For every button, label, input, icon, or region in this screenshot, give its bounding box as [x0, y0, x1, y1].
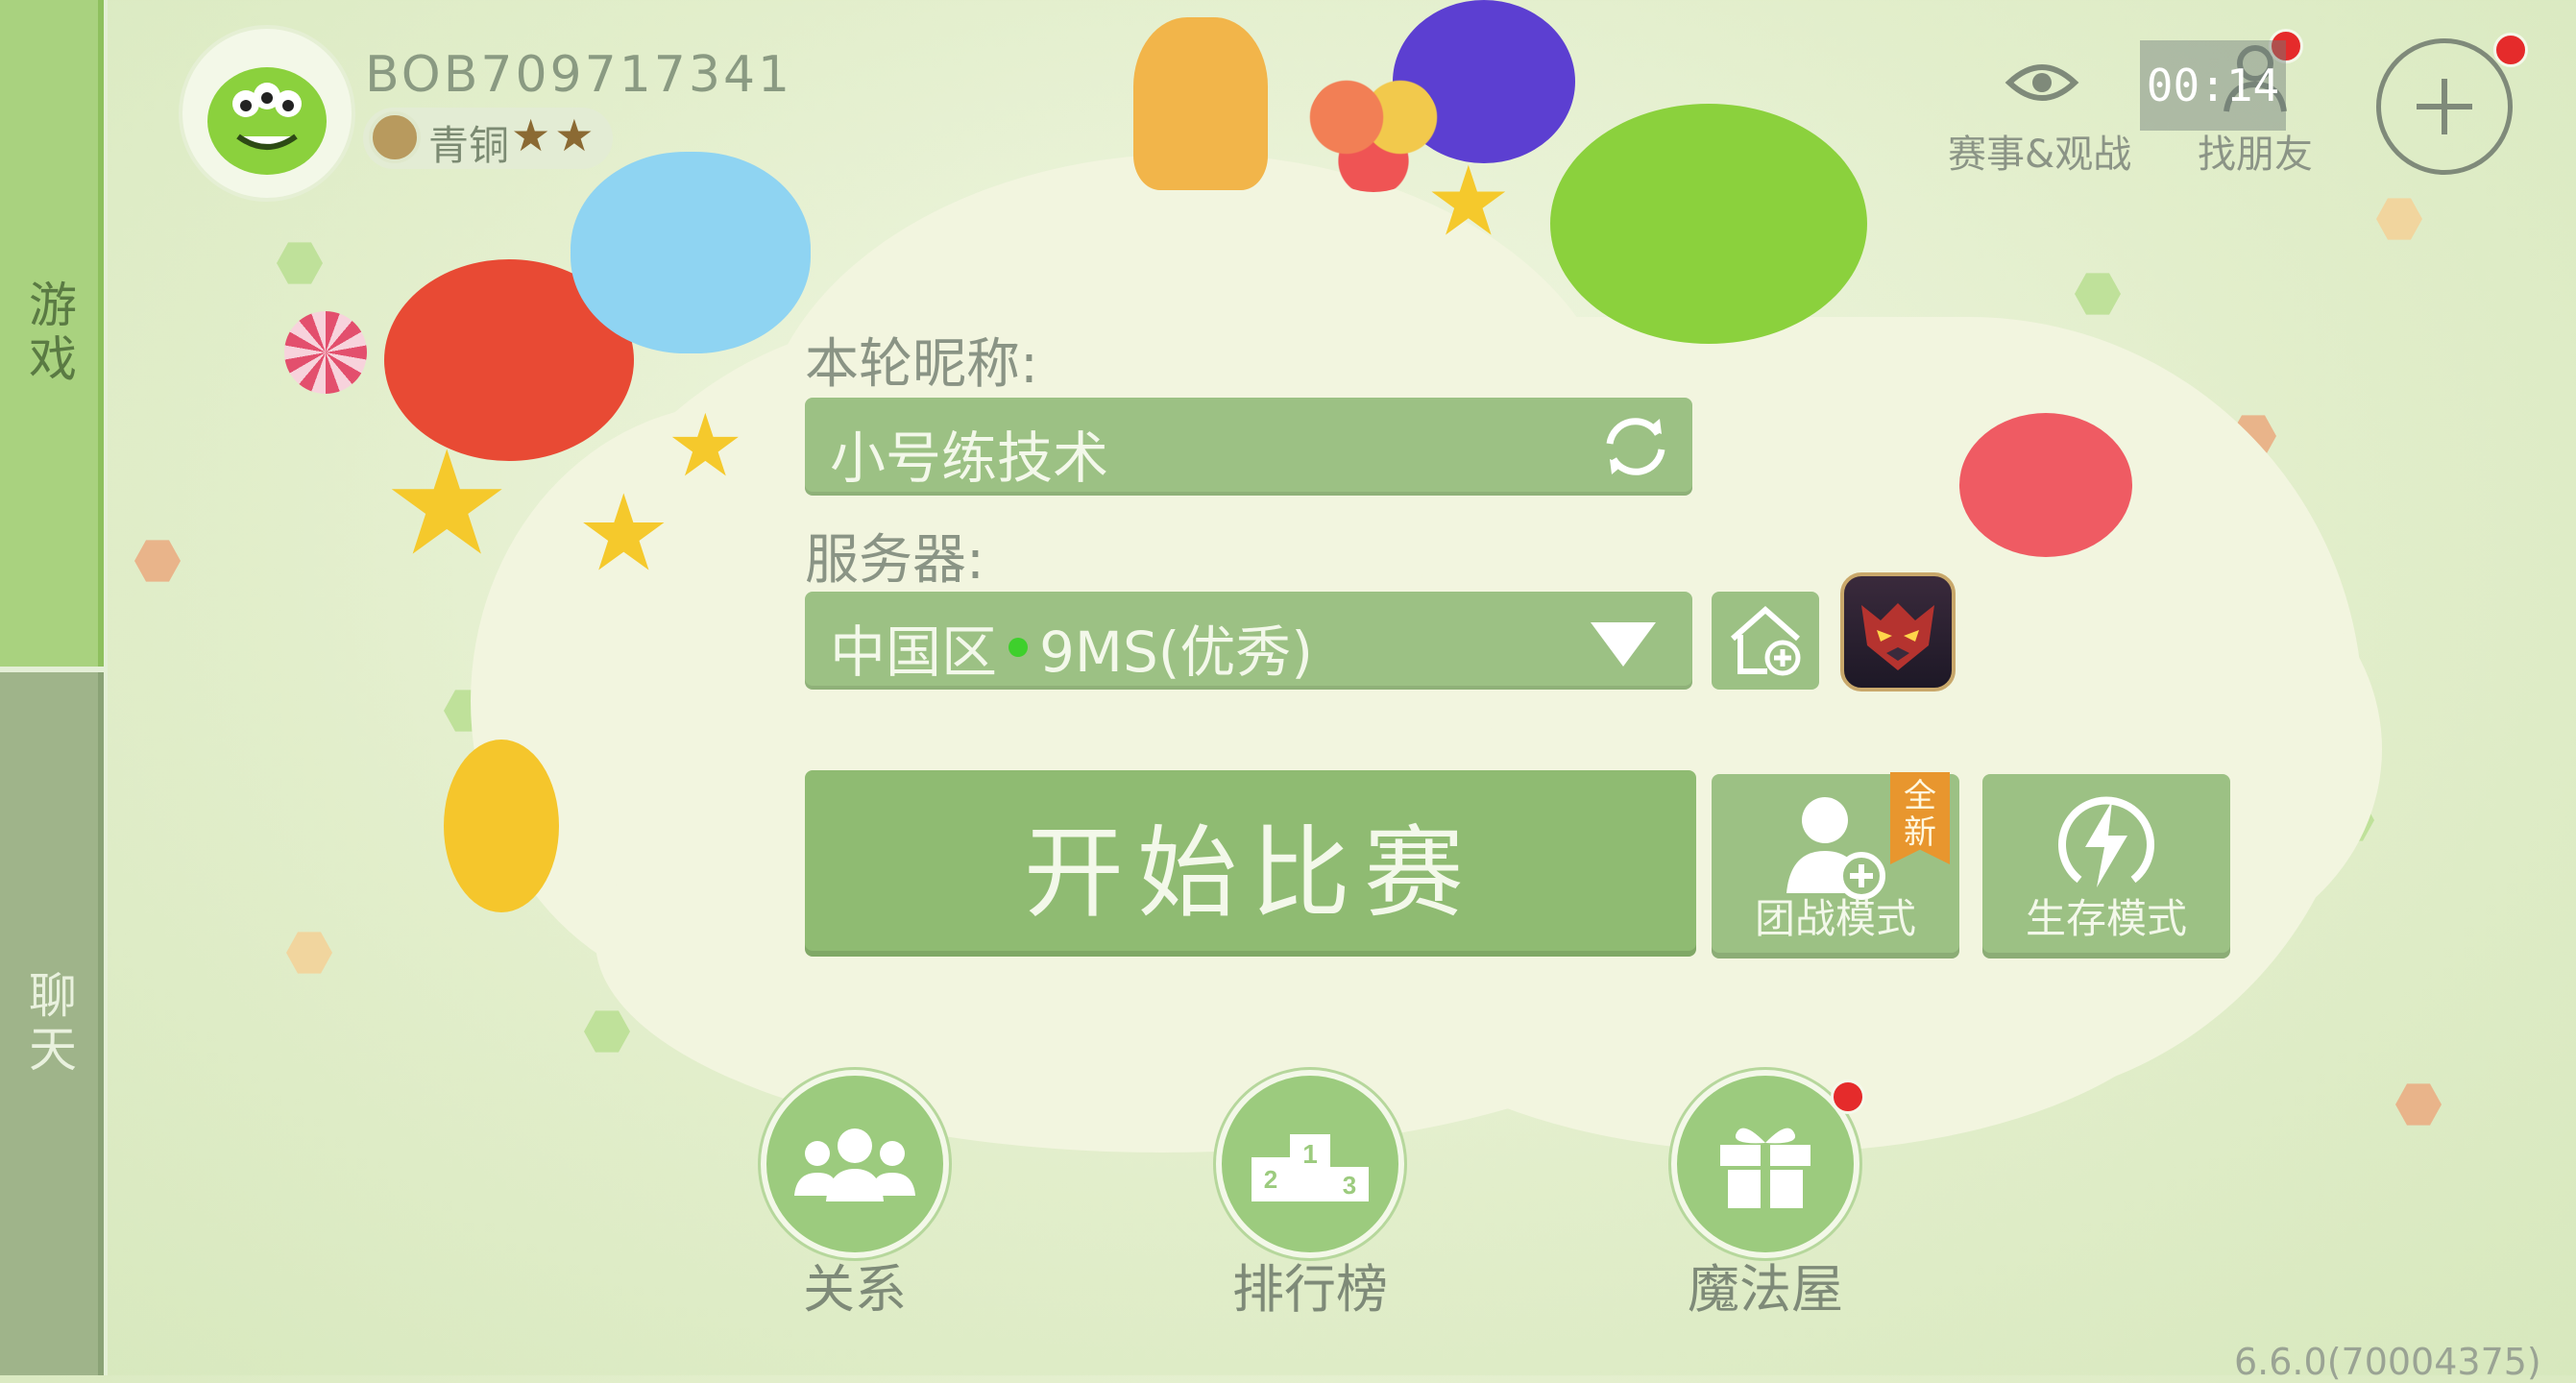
tab-chat-label: 聊天 — [21, 970, 77, 1078]
decor-hexagon — [2376, 198, 2422, 240]
lion-character — [1133, 17, 1268, 190]
balloons — [1306, 67, 1441, 192]
side-rail: 游戏 聊天 — [0, 0, 108, 1375]
lollipop-icon — [284, 311, 367, 394]
team-person-add-icon — [1786, 797, 1885, 900]
relations-label: 关系 — [803, 1259, 907, 1320]
decor-hexagon — [2075, 273, 2121, 315]
tab-game[interactable]: 游戏 — [0, 0, 104, 667]
magic-house-label: 魔法屋 — [1688, 1259, 1843, 1320]
survival-mode-label: 生存模式 — [2025, 895, 2187, 942]
decor-hexagon — [2395, 1083, 2442, 1126]
star-icon: ★ — [576, 472, 671, 594]
notification-dot — [1831, 1080, 1865, 1114]
nickname-value: 小号练技术 — [830, 425, 1109, 491]
pink-monster-character — [1959, 413, 2132, 557]
rank-name: 青铜 — [428, 122, 510, 169]
star-icon: ★ — [1425, 145, 1512, 257]
svg-text:2: 2 — [1264, 1165, 1277, 1194]
podium-icon: 1 2 3 — [1252, 1134, 1369, 1201]
demon-mask-icon — [1861, 603, 1934, 670]
decor-hexagon — [286, 932, 332, 974]
decor-hexagon — [584, 1010, 630, 1053]
notification-dot — [2493, 33, 2528, 67]
rank-medal-icon — [369, 111, 421, 163]
lightning-icon — [2058, 796, 2154, 887]
rank-stars: ★★ — [511, 109, 598, 161]
server-latency: 9MS(优秀) — [1039, 619, 1314, 685]
relations-button[interactable] — [761, 1070, 949, 1258]
refresh-icon[interactable] — [1592, 405, 1679, 488]
star-icon: ★ — [382, 421, 512, 588]
server-value: 中国区 9MS(优秀) — [830, 607, 1313, 688]
server-region: 中国区 — [830, 619, 998, 685]
start-match-button[interactable]: 开始比赛 — [805, 770, 1696, 957]
svg-text:1: 1 — [1302, 1139, 1318, 1169]
events-spectate-button[interactable]: 赛事&观战 — [1931, 29, 2151, 182]
star-icon: ★ — [667, 396, 744, 497]
version-text: 6.6.0(70004375) — [2234, 1341, 2541, 1383]
gift-icon — [1720, 1128, 1810, 1208]
timer-overlay: 00:14 — [2140, 40, 2286, 131]
decor-hexagon — [277, 242, 323, 284]
leaderboard-button[interactable]: 1 2 3 — [1216, 1070, 1404, 1258]
server-label: 服务器: — [805, 529, 984, 592]
avatar[interactable] — [179, 25, 355, 202]
nickname-label: 本轮昵称: — [805, 333, 1038, 396]
team-mode-button[interactable]: 全新 团战模式 — [1712, 772, 1959, 958]
tab-chat[interactable]: 聊天 — [0, 672, 104, 1375]
decor-hexagon — [134, 540, 181, 582]
find-friends-label: 找朋友 — [2198, 133, 2313, 177]
nickname-field[interactable]: 小号练技术 — [805, 398, 1692, 496]
new-badge: 全新 — [1890, 772, 1950, 864]
create-room-button[interactable] — [1712, 592, 1819, 690]
server-status-dot — [1009, 638, 1029, 657]
start-match-label: 开始比赛 — [1023, 813, 1477, 932]
server-select[interactable]: 中国区 9MS(优秀) — [805, 592, 1692, 690]
blue-monster-character — [571, 152, 811, 353]
username: BOB709717341 — [365, 46, 793, 104]
green-monster-character — [1550, 104, 1867, 344]
tab-game-label: 游戏 — [21, 279, 77, 387]
dropdown-arrow-icon — [1591, 622, 1656, 667]
green-monster-avatar-icon — [207, 67, 327, 175]
mask-avatar-button[interactable] — [1840, 572, 1956, 692]
add-button[interactable] — [2376, 38, 2513, 175]
team-mode-label: 团战模式 — [1754, 895, 1916, 942]
eye-icon — [2005, 64, 2079, 101]
svg-text:3: 3 — [1343, 1171, 1356, 1200]
leaderboard-label: 排行榜 — [1232, 1259, 1388, 1320]
group-icon — [794, 1128, 915, 1201]
events-label: 赛事&观战 — [1948, 133, 2132, 177]
yellow-monster-character — [444, 740, 559, 912]
home-add-icon — [1731, 605, 1801, 676]
plus-icon — [2417, 79, 2472, 134]
survival-mode-button[interactable]: 生存模式 — [1982, 774, 2230, 958]
